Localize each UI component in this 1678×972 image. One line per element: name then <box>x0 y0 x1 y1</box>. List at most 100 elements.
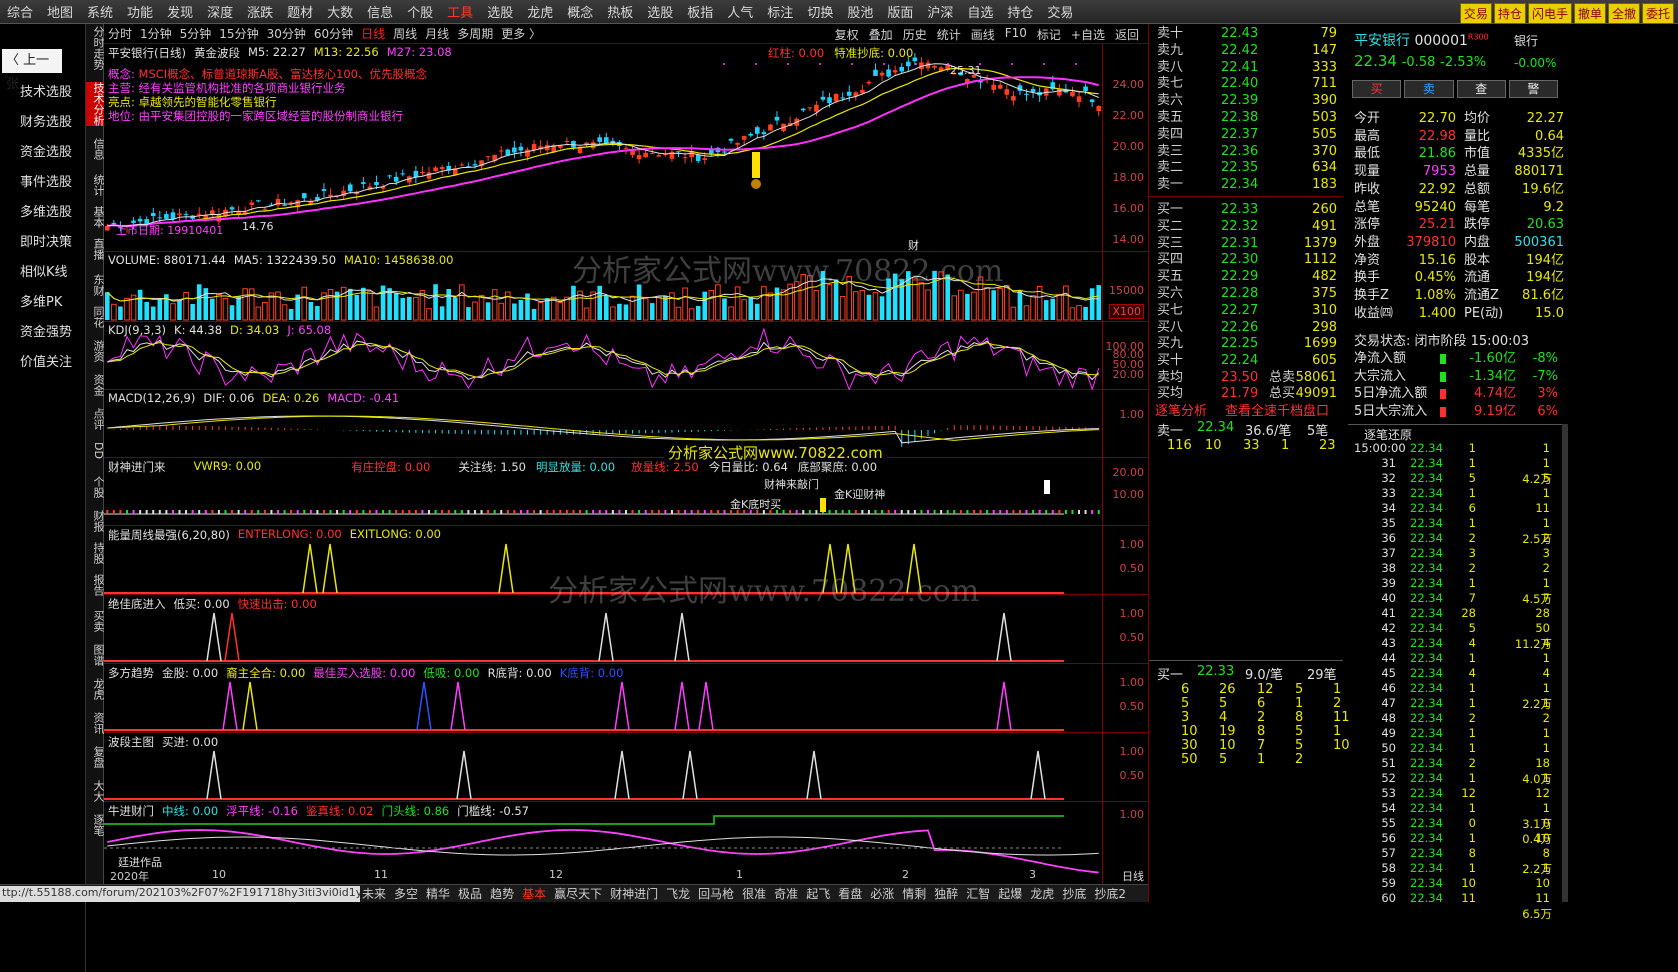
niujin-pane[interactable]: 牛进财门 中线: 0.00 浮平线: -0.16 鉴真线: 0.02 门头线: 0.86… <box>104 802 1148 884</box>
vtab-0[interactable]: 分时走势 <box>86 26 105 70</box>
top-menu-20[interactable]: 切换 <box>800 2 840 21</box>
left-menu-item-0[interactable]: 技术选股 <box>20 81 72 100</box>
vtab-2[interactable]: 信息 <box>86 138 105 160</box>
indicator-name[interactable]: 黄金波段 <box>194 45 240 61</box>
vtab-11[interactable]: DD <box>86 442 105 459</box>
vtab-13[interactable]: 财报 <box>86 510 105 532</box>
top-menu-21[interactable]: 股池 <box>840 2 880 21</box>
buy-button[interactable]: 买 <box>1352 80 1402 98</box>
left-menu-item-6[interactable]: 相似K线 <box>20 261 68 280</box>
vtab-21[interactable]: 大大 <box>86 780 105 802</box>
vtab-8[interactable]: 游资 <box>86 340 105 362</box>
book-row[interactable]: 买二 22.32 491 <box>1149 219 1343 236</box>
left-menu-item-8[interactable]: 资金强势 <box>20 321 72 340</box>
caishen-pane[interactable]: 财神进门来 VWR9: 0.00 有庄控盘: 0.00 关注线: 1.50 明显放量: … <box>104 458 1148 526</box>
vtab-22[interactable]: 逐笔 <box>86 814 105 836</box>
formula-tab-15[interactable]: 情剩 <box>898 885 930 902</box>
top-menu-18[interactable]: 人气 <box>720 2 760 21</box>
left-menu-item-5[interactable]: 即时决策 <box>20 231 72 250</box>
boduan-pane[interactable]: 波段主图 买进: 0.00 1.00 0.50 <box>104 733 1148 802</box>
period-1[interactable]: 1分钟 <box>136 25 176 42</box>
period-9[interactable]: 多周期 <box>453 25 497 42</box>
vtab-10[interactable]: 点评 <box>86 408 105 430</box>
top-menu-13[interactable]: 龙虎 <box>520 2 560 21</box>
macd-pane[interactable]: MACD(12,26,9) DIF: 0.06 DEA: 0.26 MACD: -0.… <box>104 390 1148 463</box>
top-action-3[interactable]: 撤单 <box>1573 3 1606 24</box>
tool-3[interactable]: 统计 <box>932 26 966 43</box>
top-action-2[interactable]: 闪电手 <box>1527 3 1572 24</box>
book-row[interactable]: 买十 22.24 605 <box>1149 353 1343 370</box>
tool-2[interactable]: 历史 <box>898 26 932 43</box>
tool-5[interactable]: F10 <box>1000 26 1032 43</box>
formula-tab-20[interactable]: 抄底 <box>1058 885 1090 902</box>
alert-button[interactable]: 警 <box>1508 80 1558 98</box>
tool-4[interactable]: 画线 <box>966 26 1000 43</box>
top-action-1[interactable]: 持仓 <box>1493 3 1526 24</box>
top-menu-17[interactable]: 板指 <box>680 2 720 21</box>
top-menu-8[interactable]: 大数 <box>320 2 360 21</box>
book-row[interactable]: 卖八 22.41 333 <box>1149 60 1343 77</box>
top-menu-26[interactable]: 交易 <box>1040 2 1080 21</box>
formula-tab-13[interactable]: 看盘 <box>834 885 866 902</box>
book-row[interactable]: 卖九 22.42 147 <box>1149 43 1343 60</box>
book-row[interactable]: 买九 22.25 1699 <box>1149 336 1343 353</box>
period-0[interactable]: 分时 <box>104 25 136 42</box>
left-menu-item-7[interactable]: 多维PK <box>20 291 62 310</box>
top-menu-24[interactable]: 自选 <box>960 2 1000 21</box>
vtab-1[interactable]: 技术分析 <box>86 82 105 126</box>
formula-tab-21[interactable]: 抄底2 <box>1090 885 1130 902</box>
book-row[interactable]: 卖一 22.34 183 <box>1149 177 1343 194</box>
tool-6[interactable]: 标记 <box>1032 26 1066 43</box>
volume-pane[interactable]: VOLUME: 880171.44 MA5: 1322439.50 MA10: 14… <box>104 252 1148 322</box>
top-menu-2[interactable]: 系统 <box>80 2 120 21</box>
juejia-pane[interactable]: 绝佳底进入 低买: 0.00 快速出击: 0.00 1.00 0.50 <box>104 595 1148 664</box>
top-action-4[interactable]: 全撤 <box>1607 3 1640 24</box>
vtab-6[interactable]: 东财 <box>86 274 105 296</box>
query-button[interactable]: 查 <box>1456 80 1506 98</box>
vtab-9[interactable]: 资金 <box>86 374 105 396</box>
period-5[interactable]: 60分钟 <box>310 25 357 42</box>
period-4[interactable]: 30分钟 <box>263 25 310 42</box>
top-menu-16[interactable]: 选股 <box>640 2 680 21</box>
formula-tab-16[interactable]: 独醉 <box>930 885 962 902</box>
top-menu-10[interactable]: 个股 <box>400 2 440 21</box>
book-row[interactable]: 卖五 22.38 503 <box>1149 110 1343 127</box>
period-8[interactable]: 月线 <box>421 25 453 42</box>
formula-tab-10[interactable]: 很准 <box>738 885 770 902</box>
book-row[interactable]: 买八 22.26 298 <box>1149 320 1343 337</box>
top-menu-14[interactable]: 概念 <box>560 2 600 21</box>
price-chart[interactable]: 平安银行(日线) 黄金波段 M5: 22.27 M13: 22.56 M27: … <box>104 44 1148 252</box>
tool-1[interactable]: 叠加 <box>864 26 898 43</box>
book-row[interactable]: 卖四 22.37 505 <box>1149 127 1343 144</box>
formula-tab-7[interactable]: 财神进门 <box>606 885 662 902</box>
formula-tab-9[interactable]: 回马枪 <box>694 885 738 902</box>
vtab-3[interactable]: 统计 <box>86 174 105 196</box>
book-row[interactable]: 买六 22.28 375 <box>1149 286 1343 303</box>
formula-tab-19[interactable]: 龙虎 <box>1026 885 1058 902</box>
top-menu-7[interactable]: 题材 <box>280 2 320 21</box>
top-menu-12[interactable]: 选股 <box>480 2 520 21</box>
vtab-19[interactable]: 资讯 <box>86 712 105 734</box>
left-menu-item-2[interactable]: 资金选股 <box>20 141 72 160</box>
tick-analysis-tab[interactable]: 逐笔分析 <box>1155 400 1207 419</box>
vtab-12[interactable]: 个股 <box>86 476 105 498</box>
vtab-20[interactable]: 复盘 <box>86 746 105 768</box>
period-7[interactable]: 周线 <box>389 25 421 42</box>
left-menu-item-9[interactable]: 价值关注 <box>20 351 72 370</box>
formula-tab-14[interactable]: 必涨 <box>866 885 898 902</box>
top-menu-11[interactable]: 工具 <box>440 2 480 21</box>
tool-0[interactable]: 复权 <box>830 26 864 43</box>
top-menu-23[interactable]: 沪深 <box>920 2 960 21</box>
formula-tab-6[interactable]: 赢尽天下 <box>550 885 606 902</box>
book-row[interactable]: 买三 22.31 1379 <box>1149 236 1343 253</box>
tool-8[interactable]: 返回 <box>1110 26 1144 43</box>
prev-button[interactable]: 〈 上一张 <box>2 49 62 92</box>
book-row[interactable]: 卖六 22.39 390 <box>1149 93 1343 110</box>
detail-scrollbar[interactable] <box>1562 424 1568 902</box>
formula-tab-18[interactable]: 起爆 <box>994 885 1026 902</box>
vtab-17[interactable]: 图谱 <box>86 644 105 666</box>
vtab-15[interactable]: 报告 <box>86 574 105 596</box>
top-menu-3[interactable]: 功能 <box>120 2 160 21</box>
formula-tab-5[interactable]: 基本 <box>518 885 550 902</box>
vtab-7[interactable]: 同花 <box>86 306 105 328</box>
